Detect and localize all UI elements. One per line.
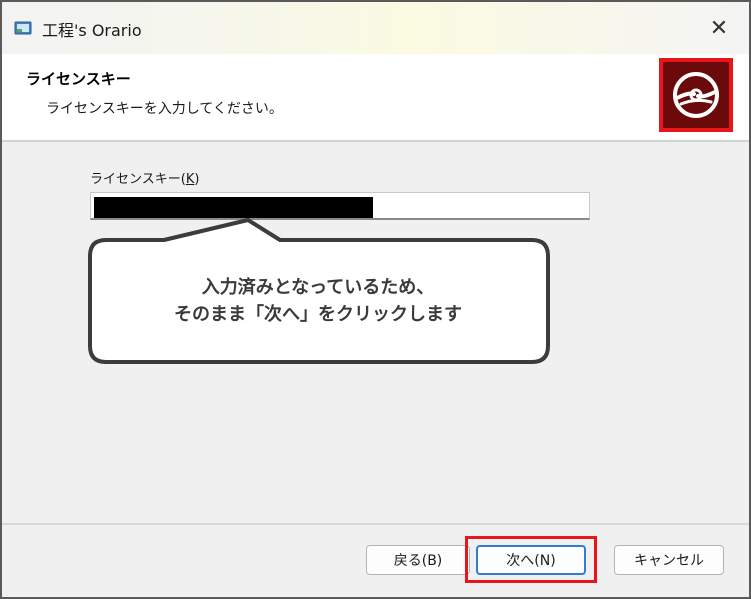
installer-logo (659, 58, 733, 132)
callout-text: 入力済みとなっているため、 そのまま「次へ」をクリックします (88, 274, 548, 328)
app-icon (14, 20, 32, 36)
installer-window: 工程's Orario ✕ ライセンスキー ライセンスキーを入力してください。 … (0, 0, 751, 599)
title-bar: 工程's Orario ✕ (2, 2, 749, 54)
header-divider (2, 140, 749, 142)
header-panel: ライセンスキー ライセンスキーを入力してください。 (2, 54, 749, 140)
footer-divider (2, 523, 749, 525)
next-button[interactable]: 次へ(N) (476, 545, 586, 575)
license-key-label: ライセンスキー(K) (90, 172, 200, 187)
disc-icon (673, 72, 719, 118)
close-button[interactable]: ✕ (702, 12, 736, 44)
page-title: ライセンスキー (26, 70, 131, 88)
cancel-button[interactable]: キャンセル (614, 545, 724, 575)
back-button[interactable]: 戻る(B) (366, 545, 470, 575)
callout-line-2: そのまま「次へ」をクリックします (174, 304, 462, 325)
close-icon: ✕ (709, 15, 729, 41)
license-key-redaction (94, 197, 373, 218)
window-title: 工程's Orario (42, 21, 142, 40)
callout-line-1: 入力済みとなっているため、 (201, 277, 435, 298)
page-subtitle: ライセンスキーを入力してください。 (46, 101, 283, 117)
